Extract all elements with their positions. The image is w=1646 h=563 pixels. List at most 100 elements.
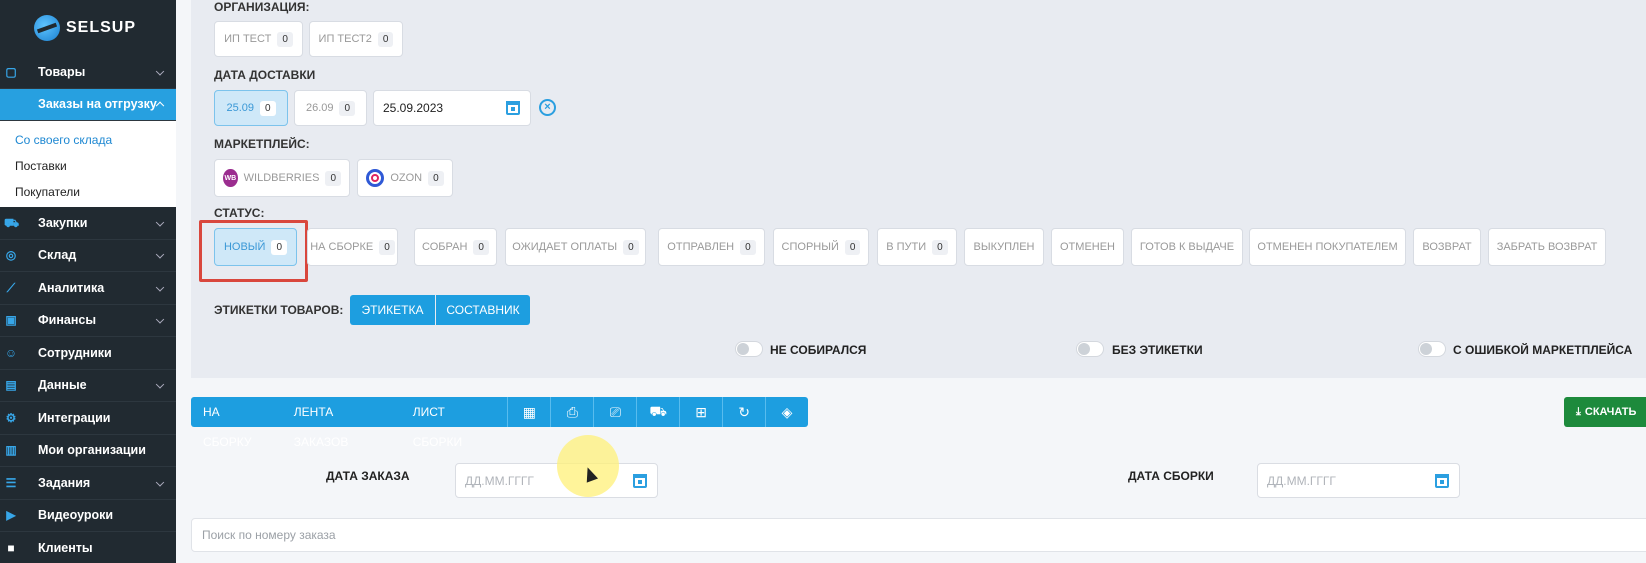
to-assembly-button[interactable]: НА СБОРКУ: [191, 397, 282, 449]
chip-label: ОТМЕНЕН ПОКУПАТЕЛЕМ: [1257, 241, 1398, 253]
status-chip-disputed[interactable]: СПОРНЫЙ 0: [773, 228, 869, 266]
chip-count: 0: [339, 100, 356, 116]
basket-icon[interactable]: ⊞: [679, 397, 722, 427]
plug-icon: ⚙: [5, 410, 17, 425]
chip-count: 0: [325, 170, 341, 186]
sidebar-item-label: Закупки: [38, 215, 88, 230]
status-chip-cancelled[interactable]: ОТМЕНЕН: [1051, 228, 1124, 266]
sidebar-item-warehouse[interactable]: ◎ Склад: [0, 240, 176, 272]
sidebar-item-finance[interactable]: ▣ Финансы: [0, 305, 176, 337]
chip-count: 0: [259, 100, 276, 116]
video-icon: ▶: [6, 508, 16, 523]
chart-icon: ⟋: [6, 280, 16, 295]
sidebar-item-tasks[interactable]: ☰ Задания: [0, 467, 176, 500]
org-chip-ip-test[interactable]: ИП ТЕСТ 0: [214, 21, 303, 57]
chevron-down-icon: [155, 217, 165, 227]
date-chip-2609[interactable]: 26.09 0: [294, 90, 367, 126]
marketplace-error-label: С ОШИБКОЙ МАРКЕТПЛЕЙСА: [1453, 343, 1633, 357]
assembly-date-input[interactable]: ДД.ММ.ГГГГ: [1257, 463, 1460, 498]
assembly-sheet-button[interactable]: ЛИСТ СБОРКИ: [401, 397, 508, 449]
sidebar-item-orders[interactable]: Заказы на отгрузку: [0, 88, 176, 121]
download-doc-icon[interactable]: ⎙: [550, 397, 593, 427]
chip-label: ВОЗВРАТ: [1422, 241, 1472, 253]
sidebar-item-purchases[interactable]: ⛟ Закупки: [0, 207, 176, 240]
chip-label: В ПУТИ: [886, 241, 927, 253]
sidebar-item-analytics[interactable]: ⟋ Аналитика: [0, 272, 176, 305]
chevron-up-icon: [155, 101, 165, 111]
sidebar-item-goods[interactable]: ▢ Товары: [0, 56, 176, 89]
calendar-icon[interactable]: [633, 474, 647, 488]
sidebar-item-data[interactable]: ▤ Данные: [0, 370, 176, 402]
print-icon[interactable]: ⎚: [593, 397, 636, 427]
no-label-toggle[interactable]: [1076, 341, 1104, 357]
chip-count: 0: [623, 239, 639, 255]
chip-label: СОБРАН: [422, 241, 468, 253]
status-chip-assembled[interactable]: СОБРАН 0: [414, 228, 497, 266]
calendar-icon[interactable]: [1435, 474, 1449, 488]
sidebar-item-integrations[interactable]: ⚙ Интеграции: [0, 402, 176, 435]
marketplace-chip-ozon[interactable]: OZON 0: [357, 159, 453, 197]
cart-icon: ⛟: [4, 215, 20, 230]
status-chip-cancelled-by-buyer[interactable]: ОТМЕНЕН ПОКУПАТЕЛЕМ: [1249, 228, 1406, 266]
status-chip-new[interactable]: НОВЫЙ 0: [214, 228, 297, 266]
marketplace-error-toggle[interactable]: [1418, 341, 1446, 357]
clear-date-icon[interactable]: ×: [539, 99, 556, 116]
status-chip-redeemed[interactable]: ВЫКУПЛЕН: [964, 228, 1044, 266]
chip-label: ОЖИДАЕТ ОПЛАТЫ: [512, 241, 618, 253]
download-label: СКАЧАТЬ: [1584, 406, 1637, 418]
sidebar-item-label: Данные: [38, 378, 87, 393]
submenu-supplies[interactable]: Поставки: [0, 153, 176, 179]
not-assembled-toggle[interactable]: [735, 341, 763, 357]
action-bar: НА СБОРКУ ЛЕНТА ЗАКАЗОВ ЛИСТ СБОРКИ ▦ ⎙ …: [191, 397, 808, 449]
sidebar-item-label: Финансы: [38, 313, 97, 328]
order-search-input[interactable]: Поиск по номеру заказа: [191, 518, 1646, 552]
org-chip-ip-test2[interactable]: ИП ТЕСТ2 0: [309, 21, 403, 57]
chevron-down-icon: [155, 66, 165, 76]
submenu-own-warehouse[interactable]: Со своего склада: [0, 127, 176, 153]
chevron-down-icon: [155, 250, 165, 259]
sidebar-item-label: Аналитика: [38, 280, 105, 295]
chip-count: 0: [740, 239, 756, 255]
status-chip-shipped[interactable]: ОТПРАВЛЕН 0: [658, 228, 765, 266]
chip-label: ИП ТЕСТ: [224, 33, 272, 45]
sidebar-item-employees[interactable]: ☺ Сотрудники: [0, 337, 176, 370]
product-labels-label: ЭТИКЕТКИ ТОВАРОВ:: [214, 303, 344, 317]
status-chip-ready-for-pickup[interactable]: ГОТОВ К ВЫДАЧЕ: [1131, 228, 1243, 266]
chevron-down-icon: [155, 282, 165, 292]
no-label-label: БЕЗ ЭТИКЕТКИ: [1112, 343, 1203, 357]
chip-count: 0: [277, 31, 293, 47]
order-date-label: ДАТА ЗАКАЗА: [326, 469, 410, 483]
label-button[interactable]: ЭТИКЕТКА: [350, 295, 435, 325]
sidebar-item-label: Мои организации: [38, 443, 146, 458]
date-chip-2509[interactable]: 25.09 0: [214, 90, 288, 126]
brand-name: SELSUP: [66, 19, 137, 36]
calendar-icon[interactable]: [506, 101, 520, 115]
marketplace-label: МАРКЕТПЛЕЙС:: [214, 137, 310, 151]
status-chip-assembling[interactable]: НА СБОРКЕ 0: [307, 228, 398, 266]
sidebar-item-label: Сотрудники: [38, 345, 112, 360]
orders-submenu: Со своего склада Поставки Покупатели: [0, 121, 176, 207]
brand-logo[interactable]: SELSUP: [0, 0, 176, 56]
order-date-input[interactable]: ДД.ММ.ГГГГ: [455, 463, 658, 498]
composite-button[interactable]: СОСТАВНИК: [436, 295, 530, 325]
status-chip-return[interactable]: ВОЗВРАТ: [1413, 228, 1481, 266]
refresh-icon[interactable]: ↻: [722, 397, 765, 427]
pdf-icon[interactable]: ▦: [507, 397, 550, 427]
truck-icon[interactable]: ⛟: [636, 397, 679, 427]
marketplace-chip-wildberries[interactable]: WB WILDBERRIES 0: [214, 159, 350, 197]
sidebar-item-video-lessons[interactable]: ▶ Видеоуроки: [0, 500, 176, 532]
submenu-buyers[interactable]: Покупатели: [0, 179, 176, 205]
sidebar-item-my-organizations[interactable]: ▥ Мои организации: [0, 435, 176, 467]
download-button[interactable]: ⤓ СКАЧАТЬ: [1564, 397, 1646, 427]
ozon-icon: [366, 169, 385, 187]
search-placeholder: Поиск по номеру заказа: [202, 528, 336, 542]
status-chip-pick-up-return[interactable]: ЗАБРАТЬ ВОЗВРАТ: [1488, 228, 1606, 266]
chip-count: 0: [379, 239, 395, 255]
tag-icon[interactable]: ◈: [765, 397, 808, 427]
status-chip-awaiting-payment[interactable]: ОЖИДАЕТ ОПЛАТЫ 0: [505, 228, 646, 266]
sidebar-item-clients[interactable]: ■ Клиенты: [0, 532, 176, 563]
status-chip-in-transit[interactable]: В ПУТИ 0: [877, 228, 957, 266]
tasks-icon: ☰: [5, 475, 17, 490]
order-feed-button[interactable]: ЛЕНТА ЗАКАЗОВ: [282, 397, 401, 449]
wildberries-icon: WB: [223, 169, 238, 187]
